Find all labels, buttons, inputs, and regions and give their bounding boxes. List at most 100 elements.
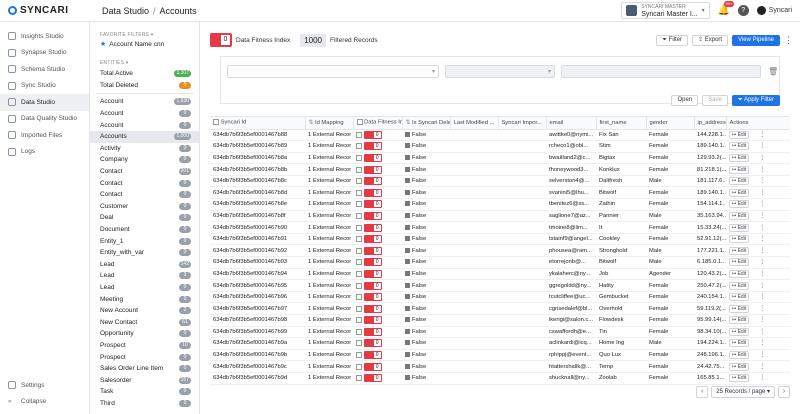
row-more-icon[interactable]: ⋮ (759, 155, 765, 161)
prev-page-button[interactable]: ‹ (696, 386, 709, 398)
sidebar-item-data-quality-studio[interactable]: Data Quality Studio (0, 111, 89, 128)
filter-field-select[interactable]: ▾ (227, 65, 439, 78)
entity-total-row[interactable]: Total Active 3,307 (90, 68, 199, 80)
row-checkbox[interactable] (356, 143, 362, 150)
id-mapping-cell[interactable]: 1 External Recor (305, 326, 353, 339)
entity-list-item[interactable]: Deal 0 (90, 212, 199, 224)
row-more-icon[interactable]: ⋮ (759, 167, 765, 173)
edit-button[interactable]: ↦ Edit (729, 177, 750, 186)
row-more-icon[interactable]: ⋮ (759, 143, 765, 149)
entity-list-item[interactable]: New Contact 61 (90, 316, 199, 328)
help-icon[interactable]: ? (737, 5, 749, 16)
edit-button[interactable]: ↦ Edit (729, 374, 750, 383)
column-header[interactable]: ⇅ Id Mapping (305, 117, 354, 130)
entity-list-item[interactable]: Entity_1 0 (90, 235, 199, 247)
entity-list-item[interactable]: Meeting 0 (90, 293, 199, 305)
entity-list-item[interactable]: Lead 3 (90, 270, 199, 282)
entity-list-item[interactable]: Entity_with_var 0 (90, 247, 199, 259)
row-more-icon[interactable]: ⋮ (759, 132, 765, 138)
id-mapping-cell[interactable]: 1 External Recor (305, 256, 353, 269)
entity-list-item[interactable]: Account 0 (90, 108, 199, 120)
table-row[interactable]: 634db7b6f3b5ef0001467b93 1 External Recor… (210, 256, 790, 269)
row-checkbox[interactable] (356, 259, 362, 266)
row-checkbox[interactable] (356, 224, 362, 231)
id-mapping-cell[interactable]: 1 External Recor (305, 291, 353, 304)
select-checkbox[interactable] (213, 119, 219, 126)
edit-button[interactable]: ↦ Edit (729, 339, 750, 348)
column-header[interactable]: first_name (596, 117, 647, 130)
column-header[interactable]: ip_address (694, 117, 727, 130)
open-filter-button[interactable]: Open (671, 95, 699, 106)
id-mapping-cell[interactable]: 1 External Recor (305, 349, 353, 362)
sidebar-item-sync-studio[interactable]: Sync Studio (0, 78, 89, 95)
table-row[interactable]: 634db7b6f3b5ef0001467b99 1 External Recor… (210, 326, 790, 339)
next-page-button[interactable]: › (778, 386, 790, 398)
edit-button[interactable]: ↦ Edit (729, 258, 750, 267)
row-more-icon[interactable]: ⋮ (759, 225, 765, 231)
edit-button[interactable]: ↦ Edit (729, 304, 750, 313)
entity-list-item[interactable]: Account 1,630 (90, 96, 199, 108)
id-mapping-cell[interactable]: 1 External Recor (305, 244, 353, 258)
table-row[interactable]: 634db7b6f3b5ef0001467b97 1 External Recor… (210, 302, 790, 315)
trash-icon[interactable]: 🗑 (768, 67, 778, 76)
table-row[interactable]: 634db7b6f3b5ef0001467b88 1 External Recor… (210, 129, 790, 142)
id-mapping-cell[interactable]: 1 External Recor (305, 221, 353, 234)
table-row[interactable]: 634db7b6f3b5ef0001467b8d 1 External Recor… (210, 186, 790, 200)
entity-list-item[interactable]: Document 0 (90, 224, 199, 236)
column-header[interactable]: ⇅ Is Syncari Dele (402, 117, 451, 130)
table-row[interactable]: 634db7b6f3b5ef0001467b9d 1 External Recor… (210, 372, 790, 385)
filter-button[interactable]: ⏷ Filter (656, 34, 689, 46)
row-checkbox[interactable] (356, 166, 362, 173)
table-row[interactable]: 634db7b6f3b5ef0001467b9b 1 External Recor… (210, 349, 790, 362)
row-checkbox[interactable] (356, 178, 362, 185)
row-more-icon[interactable]: ⋮ (759, 329, 765, 335)
row-checkbox[interactable] (356, 236, 362, 243)
row-checkbox[interactable] (356, 212, 362, 219)
table-row[interactable]: 634db7b6f3b5ef0001467b96 1 External Recor… (210, 291, 790, 304)
edit-button[interactable]: ↦ Edit (729, 316, 750, 325)
row-more-icon[interactable]: ⋮ (759, 283, 765, 289)
table-row[interactable]: 634db7b6f3b5ef0001467b95 1 External Recor… (210, 279, 790, 292)
edit-button[interactable]: ↦ Edit (729, 223, 750, 232)
sidebar-item-imported-files[interactable]: Imported Files (0, 127, 89, 144)
row-more-icon[interactable]: ⋮ (759, 352, 765, 358)
entity-list-item[interactable]: Lead 0 (90, 282, 199, 294)
row-more-icon[interactable]: ⋮ (759, 236, 765, 242)
collapse-nav-item[interactable]: « Collapse (0, 394, 90, 411)
row-checkbox[interactable] (356, 317, 362, 324)
id-mapping-cell[interactable]: 1 External Recor (305, 337, 353, 350)
edit-button[interactable]: ↦ Edit (729, 211, 750, 220)
entity-list-item[interactable]: Prospect 10 (90, 340, 199, 352)
entity-list-item[interactable]: Contact 0 (90, 189, 199, 201)
entity-list-item[interactable]: Sales Order Line Item 0 (90, 363, 199, 375)
id-mapping-cell[interactable]: 1 External Recor (305, 233, 353, 246)
table-row[interactable]: 634db7b6f3b5ef0001467b8e 1 External Recor… (210, 198, 790, 211)
edit-button[interactable]: ↦ Edit (729, 200, 750, 209)
entity-list-item[interactable]: Company 0 (90, 154, 199, 166)
table-row[interactable]: 634db7b6f3b5ef0001467b8c 1 External Recor… (210, 175, 790, 188)
row-more-icon[interactable]: ⋮ (759, 294, 765, 300)
edit-button[interactable]: ↦ Edit (729, 269, 750, 278)
row-more-icon[interactable]: ⋮ (759, 317, 765, 323)
row-checkbox[interactable] (356, 340, 362, 347)
entity-total-row[interactable]: Total Deleted 0 (90, 80, 199, 92)
id-mapping-cell[interactable]: 1 External Recor (305, 140, 353, 153)
id-mapping-cell[interactable]: 1 External Recor (305, 175, 353, 188)
id-mapping-cell[interactable]: 1 External Recor (305, 314, 353, 327)
row-checkbox[interactable] (356, 201, 362, 208)
edit-button[interactable]: ↦ Edit (729, 165, 750, 174)
more-options-icon[interactable]: ⋮ (784, 35, 793, 46)
id-mapping-cell[interactable]: 1 External Recor (305, 302, 353, 315)
id-mapping-cell[interactable]: 1 External Recor (305, 129, 353, 142)
table-row[interactable]: 634db7b6f3b5ef0001467b91 1 External Recor… (210, 233, 790, 246)
edit-button[interactable]: ↦ Edit (729, 235, 750, 244)
edit-button[interactable]: ↦ Edit (729, 351, 750, 360)
row-checkbox[interactable] (356, 352, 362, 359)
column-header[interactable]: gender (646, 117, 695, 130)
id-mapping-cell[interactable]: 1 External Recor (305, 186, 353, 200)
row-more-icon[interactable]: ⋮ (759, 190, 765, 196)
entity-list-item[interactable]: Task 0 (90, 386, 199, 398)
notifications-bell-icon[interactable]: 🔔 99+ (718, 0, 735, 17)
row-checkbox[interactable] (356, 305, 362, 312)
table-row[interactable]: 634db7b6f3b5ef0001467b8f 1 External Recor… (210, 210, 790, 223)
